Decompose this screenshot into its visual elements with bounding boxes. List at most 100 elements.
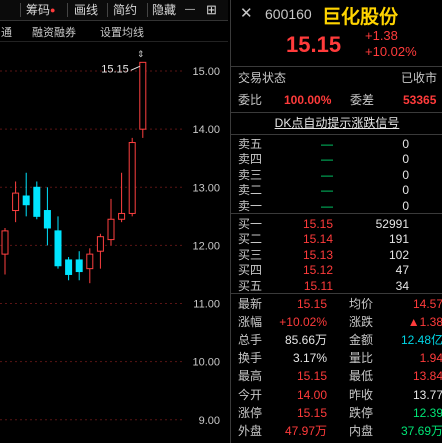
buy-order-volume: 47 bbox=[395, 263, 409, 278]
stock-name: 巨化股份 bbox=[322, 7, 399, 28]
stat-label: 最低 bbox=[349, 369, 374, 384]
sell-order-row[interactable]: 卖五 — 0 bbox=[231, 137, 442, 152]
y-tick-label: 13.00 bbox=[192, 182, 220, 194]
buy-order-volume: 52991 bbox=[375, 217, 409, 231]
sell-order-volume: 0 bbox=[402, 152, 409, 167]
candle-body bbox=[43, 210, 51, 229]
chips-button[interactable]: 筹码● bbox=[26, 2, 55, 18]
stats-row: 总手 85.66万 金额 12.48亿 bbox=[231, 333, 442, 348]
sell-order-row[interactable]: 卖二 — 0 bbox=[231, 183, 442, 198]
stat-label: 跌停 bbox=[349, 405, 374, 420]
stat-value: 15.15 bbox=[296, 405, 327, 420]
y-tick-label: 12.00 bbox=[192, 240, 220, 252]
candle[interactable] bbox=[22, 172, 30, 217]
buy-order-price: 15.15 bbox=[302, 217, 333, 231]
stats-row: 涨停 15.15 跌停 12.39 bbox=[231, 406, 442, 421]
signal-row[interactable]: DK点自动提示涨跌信号 bbox=[231, 116, 442, 131]
candle[interactable] bbox=[54, 216, 62, 269]
draw-line-button[interactable]: 画线 bbox=[74, 2, 98, 18]
sell-order-label: 卖三 bbox=[238, 167, 263, 182]
sell-order-row[interactable]: 卖一 — 0 bbox=[231, 199, 442, 214]
trade-status-label: 交易状态 bbox=[238, 71, 287, 85]
chart-subbar: 通 融资融券 设置均线 ⇕ bbox=[0, 21, 228, 59]
sell-order-row[interactable]: 卖四 — 0 bbox=[231, 152, 442, 167]
buy-order-row[interactable]: 买二 15.14 191 bbox=[231, 232, 442, 247]
candle[interactable] bbox=[128, 137, 136, 217]
close-icon[interactable]: ✕ bbox=[240, 4, 253, 22]
sell-order-price: — bbox=[321, 198, 333, 213]
buy-order-volume: 191 bbox=[388, 232, 409, 247]
kline-chart[interactable]: 15.00 14.00 13.00 12.00 11.00 10.00 9.00 15.15 bbox=[0, 42, 228, 443]
chips-label: 筹码 bbox=[26, 3, 51, 17]
simple-button[interactable]: 简约 bbox=[113, 2, 137, 18]
stat-value: 1.94 bbox=[419, 351, 442, 366]
stat-value: +10.02% bbox=[279, 315, 327, 330]
candle-body bbox=[22, 195, 30, 206]
y-tick-label: 15.00 bbox=[192, 66, 220, 78]
stat-label: 最新 bbox=[238, 297, 263, 311]
buy-order-label: 买四 bbox=[238, 263, 263, 278]
stat-label: 最高 bbox=[238, 369, 263, 384]
toolbar-divider bbox=[67, 3, 68, 17]
stat-value: 13.77 bbox=[412, 387, 442, 402]
annotation-arrow bbox=[130, 65, 141, 71]
buy-order-price: 15.13 bbox=[302, 247, 333, 262]
price-change-pct: +10.02% bbox=[365, 44, 417, 59]
candle[interactable] bbox=[139, 61, 147, 138]
stat-label: 昨收 bbox=[349, 387, 374, 402]
stat-value: 12.39 bbox=[412, 405, 442, 420]
divider bbox=[231, 112, 442, 113]
candle-body bbox=[118, 212, 126, 220]
stat-label: 涨停 bbox=[238, 405, 263, 420]
subbar-item-ma-settings[interactable]: 设置均线 bbox=[100, 24, 144, 40]
candle[interactable] bbox=[118, 172, 126, 223]
sell-order-label: 卖四 bbox=[238, 152, 263, 167]
sell-order-row[interactable]: 卖三 — 0 bbox=[231, 168, 442, 183]
stats-row: 最新 15.15 均价 14.57 bbox=[231, 297, 442, 312]
toolbar-divider bbox=[107, 3, 108, 17]
sell-order-label: 卖五 bbox=[238, 137, 263, 151]
candle-body bbox=[54, 230, 62, 267]
buy-order-row[interactable]: 买三 15.13 102 bbox=[231, 248, 442, 263]
candle[interactable] bbox=[12, 181, 20, 223]
candle[interactable] bbox=[1, 227, 9, 275]
stat-value: 12.48亿 bbox=[400, 333, 442, 348]
stat-value: 37.69万 bbox=[400, 423, 442, 438]
sell-order-price: — bbox=[321, 167, 333, 182]
divider bbox=[231, 293, 442, 294]
sell-order-price: — bbox=[321, 152, 333, 167]
candle[interactable] bbox=[86, 248, 94, 284]
candle[interactable] bbox=[96, 233, 104, 269]
minimize-icon[interactable]: — bbox=[185, 2, 195, 18]
candle[interactable] bbox=[43, 187, 51, 246]
candle[interactable] bbox=[33, 181, 41, 220]
signal-link[interactable]: DK点自动提示涨跌信号 bbox=[275, 116, 400, 130]
sell-order-price: — bbox=[321, 137, 333, 151]
buy-order-label: 买五 bbox=[238, 278, 263, 293]
candle[interactable] bbox=[65, 257, 73, 281]
stat-label: 涨幅 bbox=[238, 315, 263, 330]
price-change: +1.38 bbox=[365, 28, 398, 43]
buy-order-row[interactable]: 买五 15.11 34 bbox=[231, 279, 442, 294]
candle[interactable] bbox=[75, 251, 83, 281]
trade-status-value: 已收市 bbox=[401, 71, 438, 85]
maximize-icon[interactable]: ⊞ bbox=[206, 2, 217, 18]
weibi-value: 100.00% bbox=[284, 93, 332, 107]
subbar-item-tong[interactable]: 通 bbox=[1, 24, 12, 40]
stat-label: 金额 bbox=[349, 333, 374, 348]
hide-button[interactable]: 隐藏 bbox=[152, 2, 176, 18]
stat-label: 外盘 bbox=[238, 423, 263, 438]
buy-order-volume: 102 bbox=[388, 247, 409, 262]
subbar-item-margin[interactable]: 融资融券 bbox=[32, 24, 76, 40]
stat-label: 换手 bbox=[238, 351, 263, 366]
candle[interactable] bbox=[107, 198, 115, 246]
buy-order-price: 15.12 bbox=[302, 263, 333, 278]
buy-order-row[interactable]: 买四 15.12 47 bbox=[231, 263, 442, 278]
stats-row: 最高 15.15 最低 13.84 bbox=[231, 369, 442, 384]
buy-order-row[interactable]: 买一 15.15 52991 bbox=[231, 217, 442, 232]
sell-order-volume: 0 bbox=[402, 198, 409, 213]
high-price-label: 15.15 bbox=[101, 63, 129, 75]
stat-value: 14.57 bbox=[412, 297, 442, 311]
sell-order-price: — bbox=[321, 183, 333, 198]
sell-order-volume: 0 bbox=[402, 137, 409, 151]
